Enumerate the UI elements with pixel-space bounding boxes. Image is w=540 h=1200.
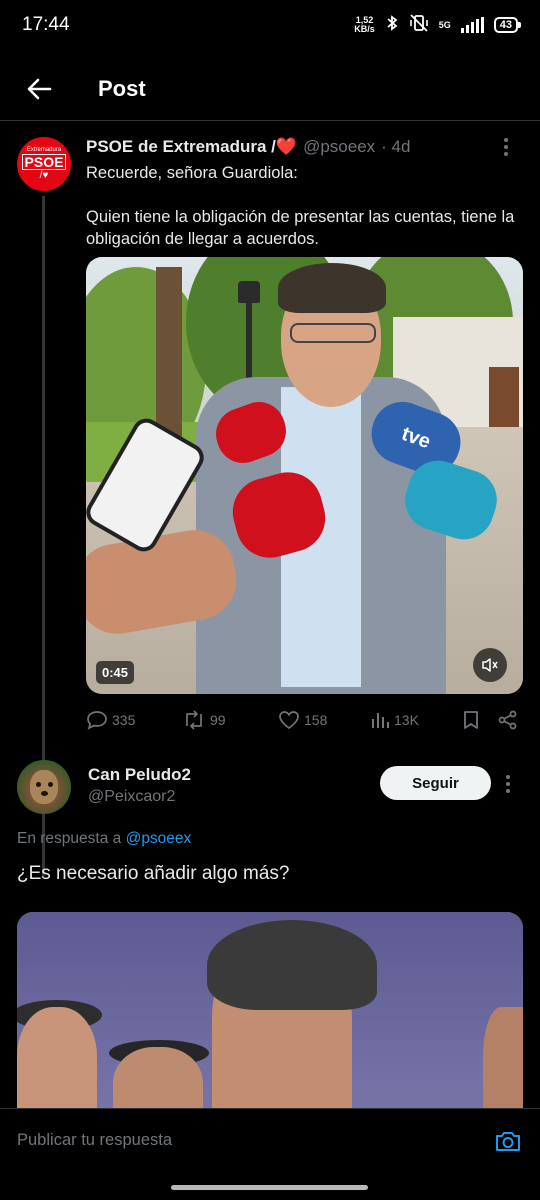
page-title: Post xyxy=(98,76,146,101)
views-count: 13K xyxy=(394,712,419,728)
media-person-right xyxy=(483,1007,523,1112)
network-type: 5G xyxy=(438,19,451,30)
more-icon xyxy=(504,138,508,142)
reply-count: 335 xyxy=(112,712,136,728)
views-icon xyxy=(372,713,389,728)
post-actions: 335 99 158 13K xyxy=(86,706,520,734)
repost-count: 99 xyxy=(210,712,226,728)
reply-text: ¿Es necesario añadir algo más? xyxy=(17,863,290,884)
back-arrow-icon xyxy=(27,78,52,100)
header-divider xyxy=(0,120,540,121)
home-gesture-handle[interactable] xyxy=(171,1185,368,1190)
like-count: 158 xyxy=(304,712,328,728)
views-button[interactable]: 13K xyxy=(370,710,462,730)
back-button[interactable] xyxy=(0,63,78,115)
video-duration: 0:45 xyxy=(96,661,135,684)
bluetooth-icon xyxy=(385,14,399,37)
post-text-line2: Quien tiene la obligación de presentar l… xyxy=(86,208,515,248)
camera-icon xyxy=(496,1131,520,1151)
bookmark-button[interactable] xyxy=(462,710,498,730)
reply-icon xyxy=(87,711,107,730)
follow-button[interactable]: Seguir xyxy=(380,766,491,800)
reply-context: En respuesta a @psoeex xyxy=(17,830,191,848)
media-person-left xyxy=(17,1007,97,1112)
reply-to-prefix: En respuesta a xyxy=(17,830,122,847)
reply-more-options-button[interactable] xyxy=(498,771,518,797)
mute-button[interactable] xyxy=(473,648,507,682)
post-text: Recuerde, señora Guardiola: Quien tiene … xyxy=(86,162,526,272)
avatar-text-top: Extremadura xyxy=(26,147,62,153)
reply-media[interactable] xyxy=(17,912,523,1112)
like-button[interactable]: 158 xyxy=(278,710,370,730)
more-options-button[interactable] xyxy=(496,134,516,160)
repost-icon xyxy=(186,710,202,730)
signal-icon xyxy=(460,17,484,33)
avatar-text-bottom: /♥ xyxy=(39,170,49,181)
post-video[interactable]: tve 0:45 xyxy=(86,257,523,694)
author-handle[interactable]: @psoeex xyxy=(303,137,375,157)
more-icon xyxy=(506,775,510,779)
reply-to-mention[interactable]: @psoeex xyxy=(126,830,192,847)
network-speed: 1,52 KB/s xyxy=(354,16,375,34)
author-avatar[interactable]: Extremadura PSOE /♥ xyxy=(17,137,71,191)
top-app-bar: Post xyxy=(0,58,540,120)
status-bar: 17:44 1,52 KB/s 5G 43 xyxy=(0,0,540,50)
reply-composer[interactable]: Publicar tu respuesta xyxy=(0,1108,540,1172)
repost-button[interactable]: 99 xyxy=(182,710,278,730)
mute-icon xyxy=(482,658,498,672)
network-speed-unit: KB/s xyxy=(354,24,375,34)
reply-input[interactable]: Publicar tu respuesta xyxy=(17,1131,493,1150)
share-button[interactable] xyxy=(498,710,518,730)
vibrate-off-icon xyxy=(409,13,429,37)
media-person-middle xyxy=(113,1047,203,1112)
like-icon xyxy=(279,711,299,730)
reply-author-name[interactable]: Can Peludo2 xyxy=(88,765,191,785)
post-header: PSOE de Extremadura /❤️ @psoeex · 4d xyxy=(86,134,516,160)
battery-icon: 43 xyxy=(493,17,522,33)
post-text-line1: Recuerde, señora Guardiola: xyxy=(86,164,298,182)
avatar-logo-text: PSOE xyxy=(21,154,67,170)
share-icon xyxy=(498,710,517,730)
reply-author-avatar[interactable] xyxy=(17,760,71,814)
reply-button[interactable]: 335 xyxy=(86,710,182,730)
bookmark-icon xyxy=(464,711,478,729)
author-name[interactable]: PSOE de Extremadura /❤️ xyxy=(86,137,297,157)
status-icons: 1,52 KB/s 5G 43 xyxy=(354,13,522,37)
camera-button[interactable] xyxy=(493,1126,523,1156)
reply-author-handle[interactable]: @Peixcaor2 xyxy=(88,788,175,806)
system-nav-bar xyxy=(0,1172,540,1200)
post-time: · 4d xyxy=(381,137,411,156)
status-time: 17:44 xyxy=(22,14,70,35)
